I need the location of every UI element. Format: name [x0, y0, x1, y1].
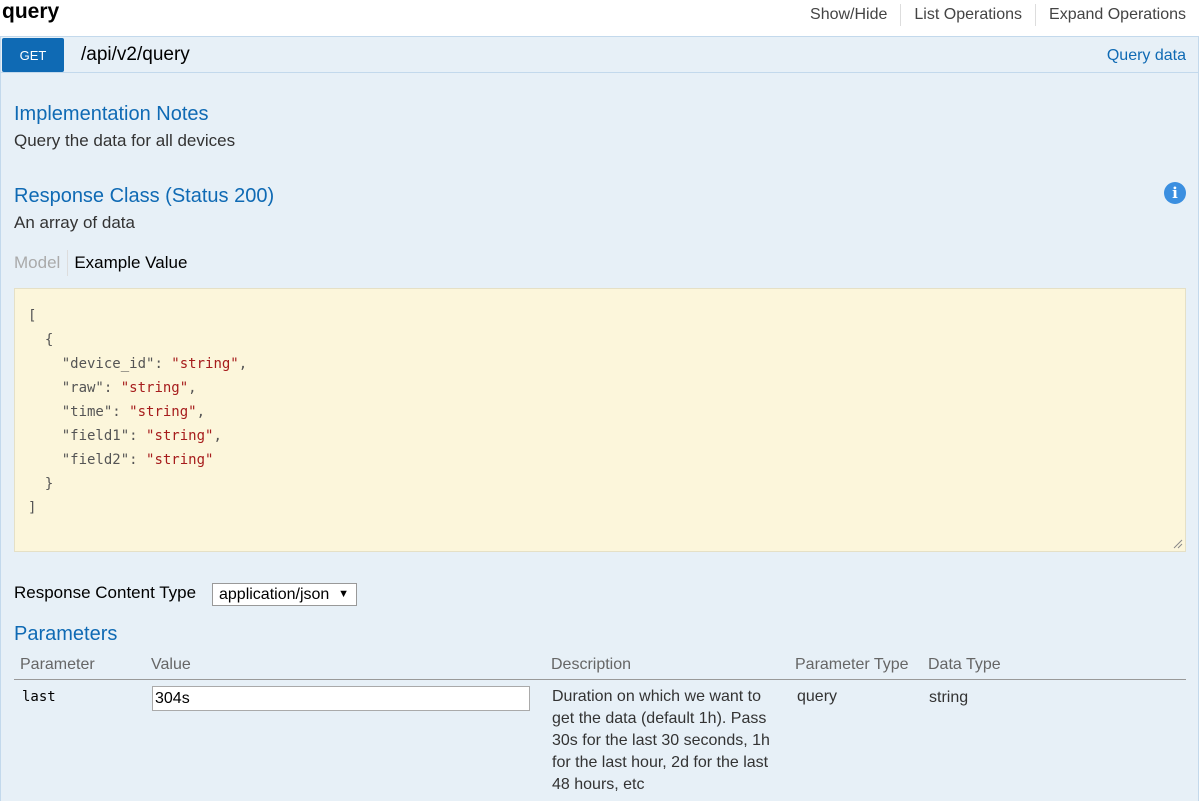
header-divider	[14, 679, 1186, 680]
tab-model[interactable]: Model	[14, 251, 67, 275]
tab-example-value[interactable]: Example Value	[68, 251, 187, 275]
response-content-type-select[interactable]: application/json ▼	[212, 583, 357, 606]
operation-summary[interactable]: Query data	[1107, 46, 1186, 66]
expand-operations-link[interactable]: Expand Operations	[1036, 4, 1186, 26]
implementation-notes-heading: Implementation Notes	[14, 103, 209, 125]
resource-header: query Show/Hide List Operations Expand O…	[0, 0, 1199, 36]
resize-handle-icon[interactable]	[1173, 539, 1183, 549]
parameter-type: query	[797, 688, 838, 705]
response-content-type-label: Response Content Type	[14, 583, 197, 602]
parameters-heading: Parameters	[14, 623, 118, 645]
column-header-parameter: Parameter	[20, 656, 95, 673]
column-header-data-type: Data Type	[928, 656, 1001, 673]
resource-links: Show/Hide List Operations Expand Operati…	[797, 4, 1186, 26]
operation-heading[interactable]: GET /api/v2/query Query data	[1, 37, 1198, 73]
example-value-snippet[interactable]: [ { "device_id": "string", "raw": "strin…	[14, 288, 1186, 552]
response-class-heading: Response Class (Status 200)	[14, 185, 275, 207]
parameter-description: Duration on which we want to get the dat…	[552, 688, 770, 793]
column-header-parameter-type: Parameter Type	[795, 656, 909, 673]
signature-tabs: Model Example Value	[14, 250, 187, 276]
info-icon[interactable]: i	[1164, 182, 1186, 204]
resource-title[interactable]: query	[2, 0, 59, 24]
response-class-text: An array of data	[14, 213, 135, 232]
parameter-name: last	[22, 689, 56, 705]
implementation-notes-text: Query the data for all devices	[14, 131, 236, 150]
show-hide-link[interactable]: Show/Hide	[797, 4, 900, 26]
dropdown-arrow-icon: ▼	[338, 588, 349, 600]
json-example: [ { "device_id": "string", "raw": "strin…	[28, 308, 248, 516]
column-header-description: Description	[551, 656, 632, 673]
parameter-value-input[interactable]	[152, 686, 530, 711]
column-header-value: Value	[151, 656, 191, 673]
operation-path[interactable]: /api/v2/query	[81, 43, 190, 67]
operation-panel: GET /api/v2/query Query data Implementat…	[0, 36, 1199, 801]
http-method-badge[interactable]: GET	[2, 38, 64, 72]
list-operations-link[interactable]: List Operations	[901, 4, 1035, 26]
selected-content-type: application/json	[219, 586, 330, 603]
parameter-data-type: string	[929, 689, 969, 706]
